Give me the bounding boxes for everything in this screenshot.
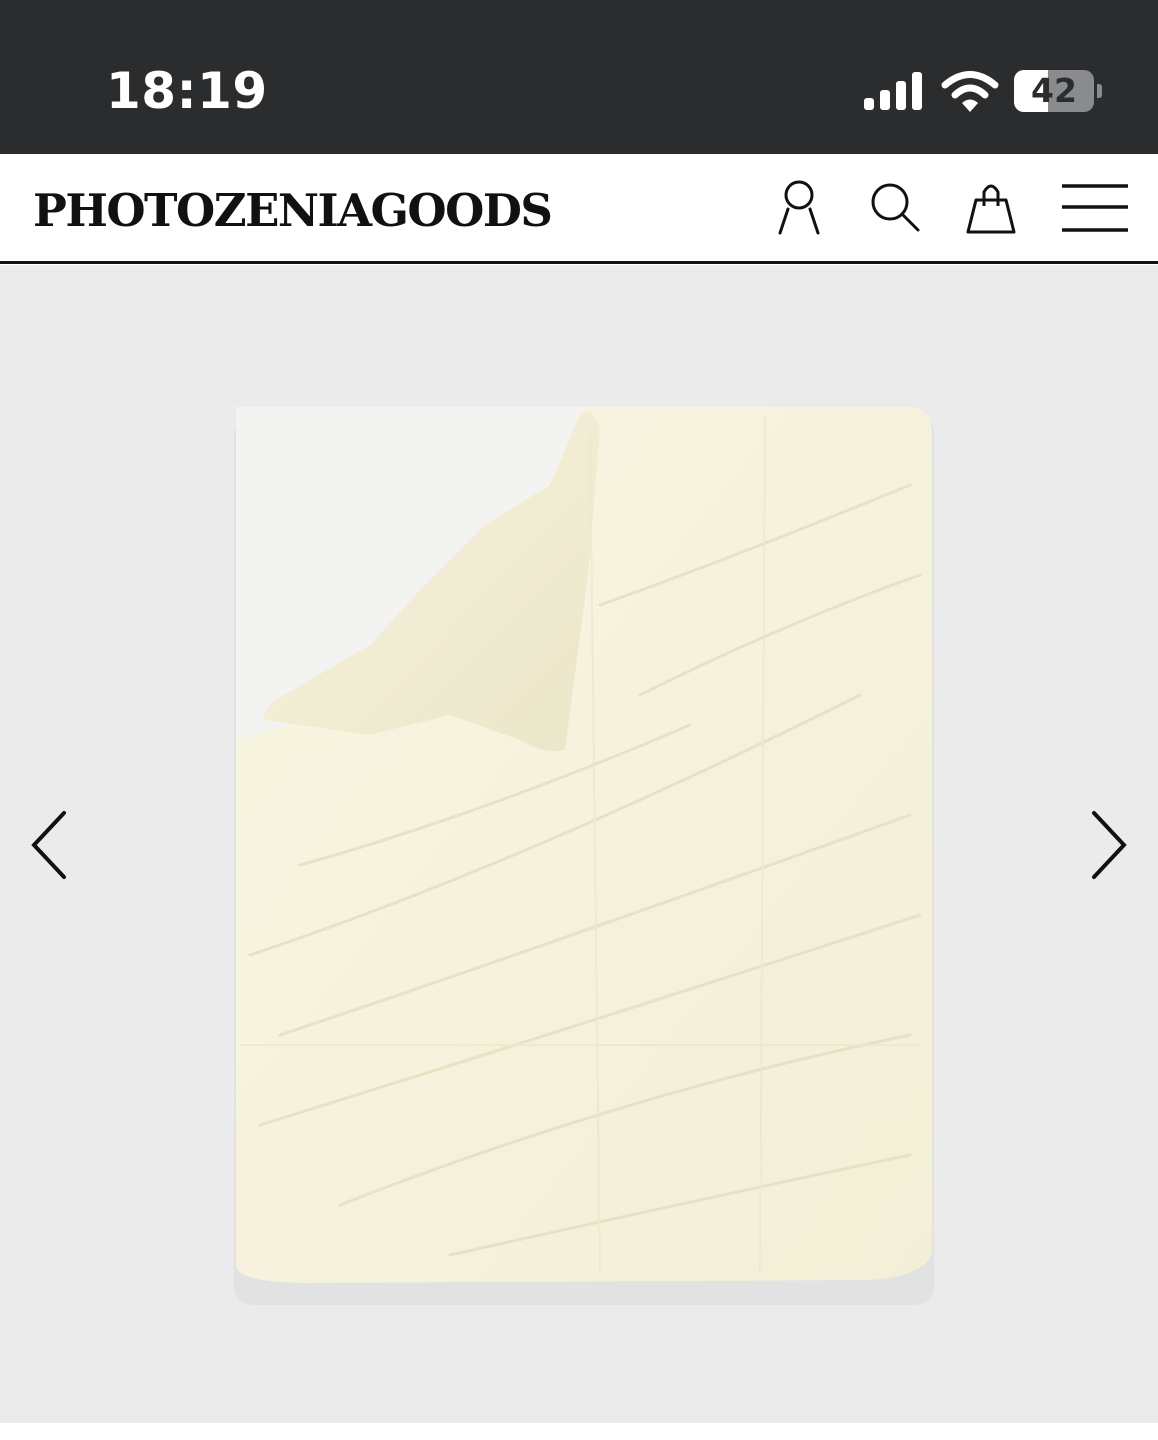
search-icon[interactable] xyxy=(866,178,924,236)
shopping-bag-icon[interactable] xyxy=(962,178,1020,236)
battery-level: 42 xyxy=(1031,71,1077,110)
signal-icon xyxy=(864,72,922,110)
product-gallery xyxy=(0,265,1158,1423)
wifi-icon xyxy=(941,71,999,112)
status-time: 18:19 xyxy=(106,62,268,120)
previous-arrow-icon[interactable] xyxy=(24,805,74,885)
product-image[interactable] xyxy=(220,395,950,1325)
status-bar: 18:19 42 xyxy=(0,0,1158,154)
account-icon[interactable] xyxy=(770,178,828,236)
next-arrow-icon[interactable] xyxy=(1084,805,1134,885)
brand-logo[interactable]: PHOTOZENIAGOODS xyxy=(33,184,553,237)
site-header: PHOTOZENIAGOODS xyxy=(0,154,1158,264)
page-bottom xyxy=(0,1423,1158,1440)
battery-icon: 42 xyxy=(1014,70,1104,114)
menu-icon[interactable] xyxy=(1060,178,1130,236)
